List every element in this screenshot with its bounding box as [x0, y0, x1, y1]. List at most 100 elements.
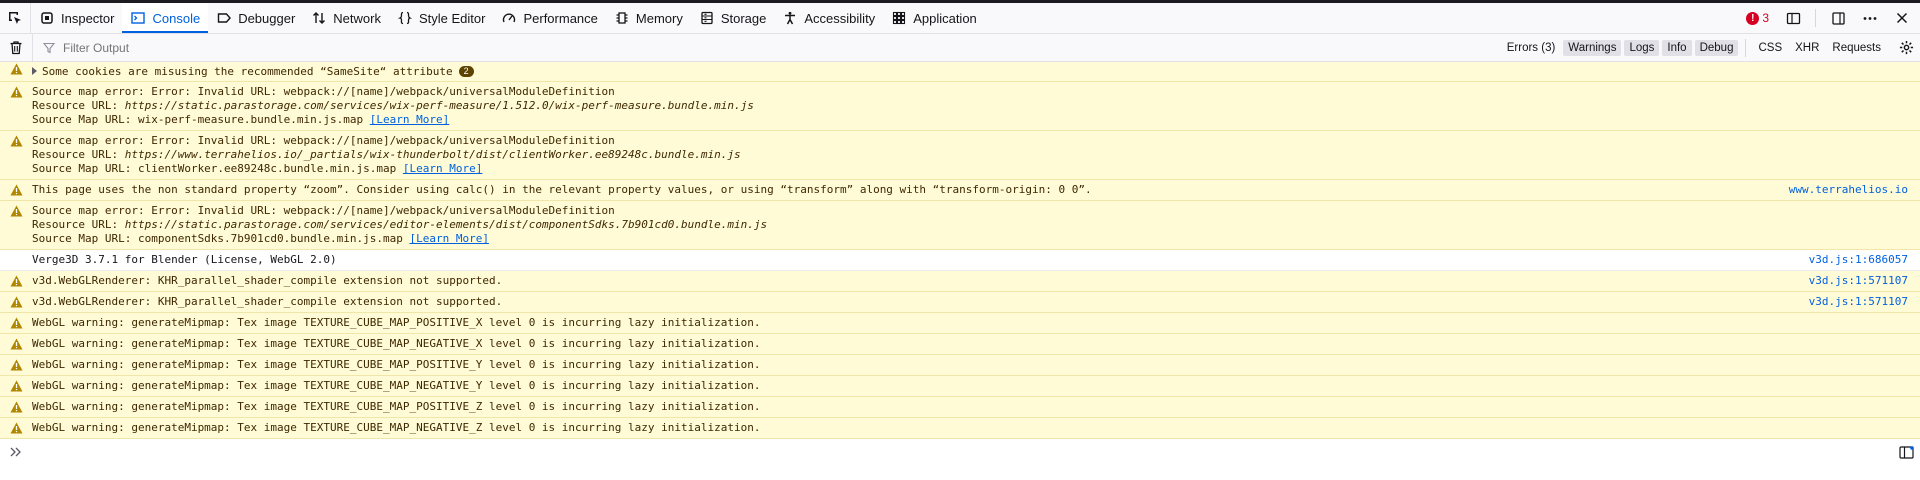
- console-message[interactable]: v3d.WebGLRenderer: KHR_parallel_shader_c…: [0, 271, 1920, 292]
- expand-arrow-icon[interactable]: [32, 67, 37, 75]
- filter-debug-button[interactable]: Debug: [1694, 39, 1739, 56]
- console-message[interactable]: WebGL warning: generateMipmap: Tex image…: [0, 355, 1920, 376]
- error-count-button[interactable]: ! 3: [1740, 11, 1775, 25]
- accessibility-icon: [782, 10, 798, 26]
- message-text: WebGL warning: generateMipmap: Tex image…: [32, 316, 761, 329]
- filter-box: [33, 39, 1502, 56]
- console-message[interactable]: Source map error: Error: Invalid URL: we…: [0, 131, 1920, 180]
- tab-network[interactable]: Network: [303, 3, 389, 33]
- console-message[interactable]: WebGL warning: generateMipmap: Tex image…: [0, 313, 1920, 334]
- message-text: Source map error: Error: Invalid URL: we…: [32, 204, 615, 217]
- learn-more-link[interactable]: [Learn More]: [370, 113, 449, 126]
- tab-storage[interactable]: Storage: [691, 3, 775, 33]
- filter-requests-button[interactable]: Requests: [1827, 40, 1886, 56]
- warning-icon: [10, 296, 22, 308]
- console-message[interactable]: WebGL warning: generateMipmap: Tex image…: [0, 334, 1920, 355]
- tab-memory[interactable]: Memory: [606, 3, 691, 33]
- tab-debugger[interactable]: Debugger: [208, 3, 303, 33]
- filter-logs-button[interactable]: Logs: [1624, 39, 1660, 56]
- tab-label: Network: [333, 10, 381, 26]
- console-message[interactable]: WebGL warning: generateMipmap: Tex image…: [0, 376, 1920, 397]
- tab-label: Console: [152, 10, 201, 26]
- resource-url-label: Resource URL:: [32, 148, 125, 161]
- tab-label: Performance: [523, 10, 598, 26]
- console-input[interactable]: [32, 442, 1892, 462]
- filter-icon: [43, 42, 55, 53]
- error-count: 3: [1762, 11, 1769, 25]
- tab-accessibility[interactable]: Accessibility: [774, 3, 883, 33]
- repeat-count-badge: 2: [458, 66, 474, 77]
- console-message[interactable]: Source map error: Error: Invalid URL: we…: [0, 82, 1920, 131]
- message-source-link[interactable]: v3d.js:1:571107: [1801, 292, 1920, 309]
- message-text: WebGL warning: generateMipmap: Tex image…: [32, 337, 761, 350]
- warning-icon: [10, 338, 22, 350]
- resource-url: https://static.parastorage.com/services/…: [124, 99, 754, 112]
- memory-icon: [614, 10, 630, 26]
- element-picker-button[interactable]: [0, 3, 31, 33]
- filter-warnings-button[interactable]: Warnings: [1563, 39, 1622, 56]
- message-text: Source map error: Error: Invalid URL: we…: [32, 85, 615, 98]
- element-picker-icon: [9, 12, 21, 24]
- filter-css-button[interactable]: CSS: [1753, 40, 1787, 56]
- resource-url: https://static.parastorage.com/services/…: [124, 218, 768, 231]
- filter-info-button[interactable]: Info: [1662, 39, 1692, 56]
- warning-icon: [10, 135, 22, 147]
- warning-icon: [10, 275, 22, 287]
- console-message[interactable]: Source map error: Error: Invalid URL: we…: [0, 201, 1920, 250]
- message-source-link[interactable]: v3d.js:1:686057: [1801, 250, 1920, 267]
- more-options-button[interactable]: [1856, 6, 1884, 30]
- style-editor-icon: [397, 10, 413, 26]
- warning-icon: [10, 184, 22, 196]
- message-text: v3d.WebGLRenderer: KHR_parallel_shader_c…: [32, 274, 503, 287]
- console-message[interactable]: WebGL warning: generateMipmap: Tex image…: [0, 397, 1920, 418]
- source-map-url: Source Map URL: componentSdks.7b901cd0.b…: [32, 232, 410, 245]
- message-text: v3d.WebGLRenderer: KHR_parallel_shader_c…: [32, 295, 503, 308]
- console-settings-button[interactable]: [1892, 40, 1920, 55]
- console-message[interactable]: Some cookies are misusing the recommende…: [0, 62, 1920, 82]
- responsive-design-icon: [1786, 12, 1800, 24]
- learn-more-link[interactable]: [Learn More]: [403, 162, 482, 175]
- message-source-link[interactable]: v3d.js:1:571107: [1801, 271, 1920, 288]
- message-text: WebGL warning: generateMipmap: Tex image…: [32, 421, 761, 434]
- tab-style-editor[interactable]: Style Editor: [389, 3, 493, 33]
- tab-console[interactable]: Console: [122, 3, 209, 33]
- warning-icon: [10, 63, 22, 75]
- message-text: WebGL warning: generateMipmap: Tex image…: [32, 358, 761, 371]
- resource-url-label: Resource URL:: [32, 99, 125, 112]
- console-message[interactable]: Verge3D 3.7.1 for Blender (License, WebG…: [0, 250, 1920, 271]
- tab-inspector[interactable]: Inspector: [31, 3, 122, 33]
- resource-url: https://www.terrahelios.io/_partials/wix…: [124, 148, 741, 161]
- filter-xhr-button[interactable]: XHR: [1790, 40, 1824, 56]
- inspector-icon: [39, 10, 55, 26]
- warning-icon: [10, 359, 22, 371]
- console-toolbar: Errors (3) Warnings Logs Info Debug CSS …: [0, 33, 1920, 62]
- message-text: Some cookies are misusing the recommende…: [42, 65, 453, 78]
- message-text: WebGL warning: generateMipmap: Tex image…: [32, 400, 761, 413]
- application-icon: [891, 10, 907, 26]
- storage-icon: [699, 10, 715, 26]
- console-message[interactable]: This page uses the non standard property…: [0, 180, 1920, 201]
- console-output: Some cookies are misusing the recommende…: [0, 62, 1920, 439]
- clear-console-button[interactable]: [0, 33, 33, 62]
- learn-more-link[interactable]: [Learn More]: [410, 232, 489, 245]
- tab-label: Style Editor: [418, 10, 486, 26]
- editor-mode-button[interactable]: [1892, 445, 1920, 459]
- responsive-design-button[interactable]: [1779, 6, 1807, 30]
- tab-application[interactable]: Application: [883, 3, 985, 33]
- console-input-row: [0, 440, 1920, 464]
- dock-side-button[interactable]: [1824, 6, 1852, 30]
- divider: [1815, 9, 1816, 27]
- network-icon: [311, 10, 327, 26]
- close-toolbox-button[interactable]: [1888, 6, 1916, 30]
- console-message[interactable]: WebGL warning: generateMipmap: Tex image…: [0, 418, 1920, 439]
- resource-url-label: Resource URL:: [32, 218, 125, 231]
- warning-icon: [10, 317, 22, 329]
- message-source-link[interactable]: www.terrahelios.io: [1781, 180, 1920, 197]
- filter-errors-button[interactable]: Errors (3): [1502, 40, 1561, 56]
- console-message[interactable]: v3d.WebGLRenderer: KHR_parallel_shader_c…: [0, 292, 1920, 313]
- warning-icon: [10, 401, 22, 413]
- dock-side-icon: [1831, 11, 1845, 25]
- tab-performance[interactable]: Performance: [493, 3, 605, 33]
- source-map-url: Source Map URL: wix-perf-measure.bundle.…: [32, 113, 370, 126]
- filter-output-input[interactable]: [61, 39, 465, 56]
